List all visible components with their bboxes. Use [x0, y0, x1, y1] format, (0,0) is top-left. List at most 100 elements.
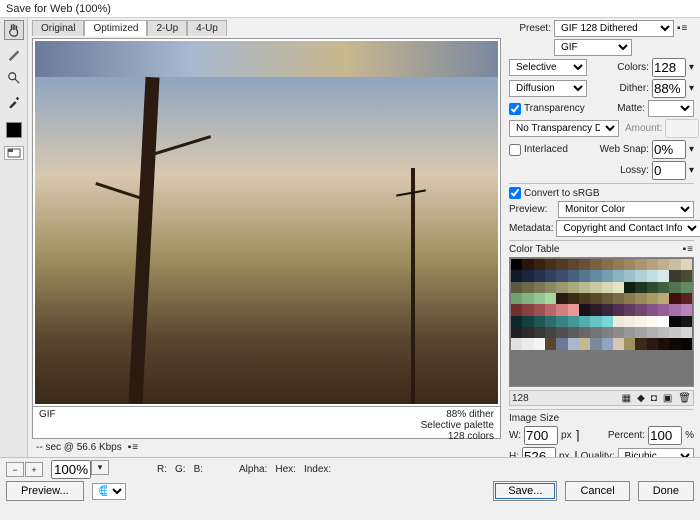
color-swatch[interactable] — [635, 259, 646, 270]
color-swatch[interactable] — [579, 316, 590, 327]
color-swatch[interactable] — [511, 304, 522, 315]
reduction-select[interactable]: Selective — [509, 59, 587, 76]
color-swatch[interactable] — [669, 316, 680, 327]
color-swatch[interactable] — [681, 316, 692, 327]
color-swatch[interactable] — [522, 259, 533, 270]
height-input[interactable] — [522, 447, 556, 457]
color-swatch[interactable] — [669, 259, 680, 270]
slice-visibility-toggle[interactable] — [4, 146, 24, 160]
color-swatch[interactable] — [613, 293, 624, 304]
color-swatch[interactable] — [545, 293, 556, 304]
interlaced-checkbox[interactable] — [509, 144, 521, 156]
color-swatch[interactable] — [534, 327, 545, 338]
trans-dither-select[interactable]: No Transparency Dither — [509, 120, 619, 137]
color-swatch[interactable] — [613, 338, 624, 349]
color-swatch[interactable] — [590, 282, 601, 293]
color-swatch[interactable] — [624, 316, 635, 327]
width-input[interactable] — [524, 426, 558, 445]
color-swatch[interactable] — [602, 282, 613, 293]
color-swatch[interactable] — [658, 327, 669, 338]
color-swatch[interactable] — [624, 304, 635, 315]
convert-srgb-checkbox[interactable] — [509, 187, 521, 199]
color-swatch[interactable] — [534, 259, 545, 270]
color-swatch[interactable] — [545, 270, 556, 281]
tab-optimized[interactable]: Optimized — [84, 20, 147, 36]
color-swatch[interactable] — [556, 304, 567, 315]
color-swatch[interactable] — [624, 327, 635, 338]
color-swatch[interactable] — [590, 259, 601, 270]
preset-select[interactable]: GIF 128 Dithered — [554, 20, 674, 37]
eyedropper-tool[interactable] — [4, 92, 24, 112]
color-swatch[interactable] — [534, 293, 545, 304]
tab-4up[interactable]: 4-Up — [187, 20, 227, 36]
colors-stepper-icon[interactable]: ▾ — [689, 62, 694, 73]
color-swatch[interactable] — [647, 327, 658, 338]
percent-input[interactable] — [648, 426, 682, 445]
color-swatch[interactable] — [624, 293, 635, 304]
color-swatch[interactable] — [602, 316, 613, 327]
color-swatch[interactable] — [511, 293, 522, 304]
zoom-input[interactable] — [51, 460, 91, 479]
color-swatch[interactable] — [669, 327, 680, 338]
color-swatch[interactable] — [635, 282, 646, 293]
color-swatch[interactable] — [613, 270, 624, 281]
zoom-tool[interactable] — [4, 68, 24, 88]
color-swatch[interactable] — [534, 316, 545, 327]
color-swatch[interactable] — [511, 259, 522, 270]
color-swatch[interactable] — [624, 270, 635, 281]
color-swatch[interactable] — [613, 282, 624, 293]
color-swatch[interactable] — [658, 259, 669, 270]
zoom-stepper-icon[interactable]: ▾ — [91, 460, 109, 475]
color-swatch[interactable] — [522, 316, 533, 327]
color-swatch[interactable] — [635, 316, 646, 327]
color-swatch[interactable] — [669, 338, 680, 349]
lock-color-icon[interactable]: ◆ — [637, 393, 645, 404]
color-swatch[interactable] — [681, 270, 692, 281]
color-swatch[interactable] — [647, 270, 658, 281]
color-swatch[interactable] — [681, 259, 692, 270]
color-swatch[interactable] — [579, 293, 590, 304]
dither-input[interactable] — [652, 79, 686, 98]
color-swatch[interactable] — [681, 293, 692, 304]
metadata-select[interactable]: Copyright and Contact Info — [556, 220, 700, 237]
color-swatch[interactable] — [602, 270, 613, 281]
color-swatch[interactable] — [556, 270, 567, 281]
color-swatch[interactable] — [658, 293, 669, 304]
done-button[interactable]: Done — [638, 481, 694, 501]
hand-tool[interactable] — [4, 20, 24, 40]
color-swatch[interactable] — [522, 270, 533, 281]
color-swatch[interactable] — [613, 316, 624, 327]
color-swatch[interactable] — [669, 270, 680, 281]
color-swatch[interactable] — [568, 327, 579, 338]
color-swatch[interactable] — [545, 282, 556, 293]
color-table-menu-icon[interactable]: ▪≡ — [683, 244, 694, 255]
color-swatch[interactable] — [647, 304, 658, 315]
color-swatch[interactable] — [568, 316, 579, 327]
cancel-button[interactable]: Cancel — [565, 481, 629, 501]
color-swatch[interactable] — [658, 282, 669, 293]
color-swatch[interactable] — [613, 327, 624, 338]
new-color-icon[interactable]: ▣ — [663, 393, 672, 404]
color-swatch[interactable] — [522, 338, 533, 349]
color-swatch[interactable] — [522, 304, 533, 315]
transparency-checkbox[interactable] — [509, 103, 521, 115]
color-swatch[interactable] — [579, 259, 590, 270]
color-swatch[interactable] — [534, 338, 545, 349]
color-swatch[interactable] — [647, 282, 658, 293]
color-swatch[interactable] — [590, 327, 601, 338]
color-swatch[interactable] — [669, 282, 680, 293]
color-swatch[interactable] — [590, 304, 601, 315]
format-select[interactable]: GIF — [554, 39, 632, 56]
color-swatch[interactable] — [613, 259, 624, 270]
color-swatch[interactable] — [647, 293, 658, 304]
color-swatch[interactable] — [579, 282, 590, 293]
color-swatch[interactable] — [681, 304, 692, 315]
image-preview[interactable] — [35, 41, 498, 404]
tab-2up[interactable]: 2-Up — [147, 20, 187, 36]
colors-input[interactable] — [652, 58, 686, 77]
color-swatch[interactable] — [545, 304, 556, 315]
connection-speed-menu-icon[interactable]: ▪≡ — [128, 442, 139, 453]
color-swatch[interactable] — [590, 316, 601, 327]
color-swatch[interactable] — [556, 316, 567, 327]
eyedropper-color-swatch[interactable] — [6, 122, 22, 138]
